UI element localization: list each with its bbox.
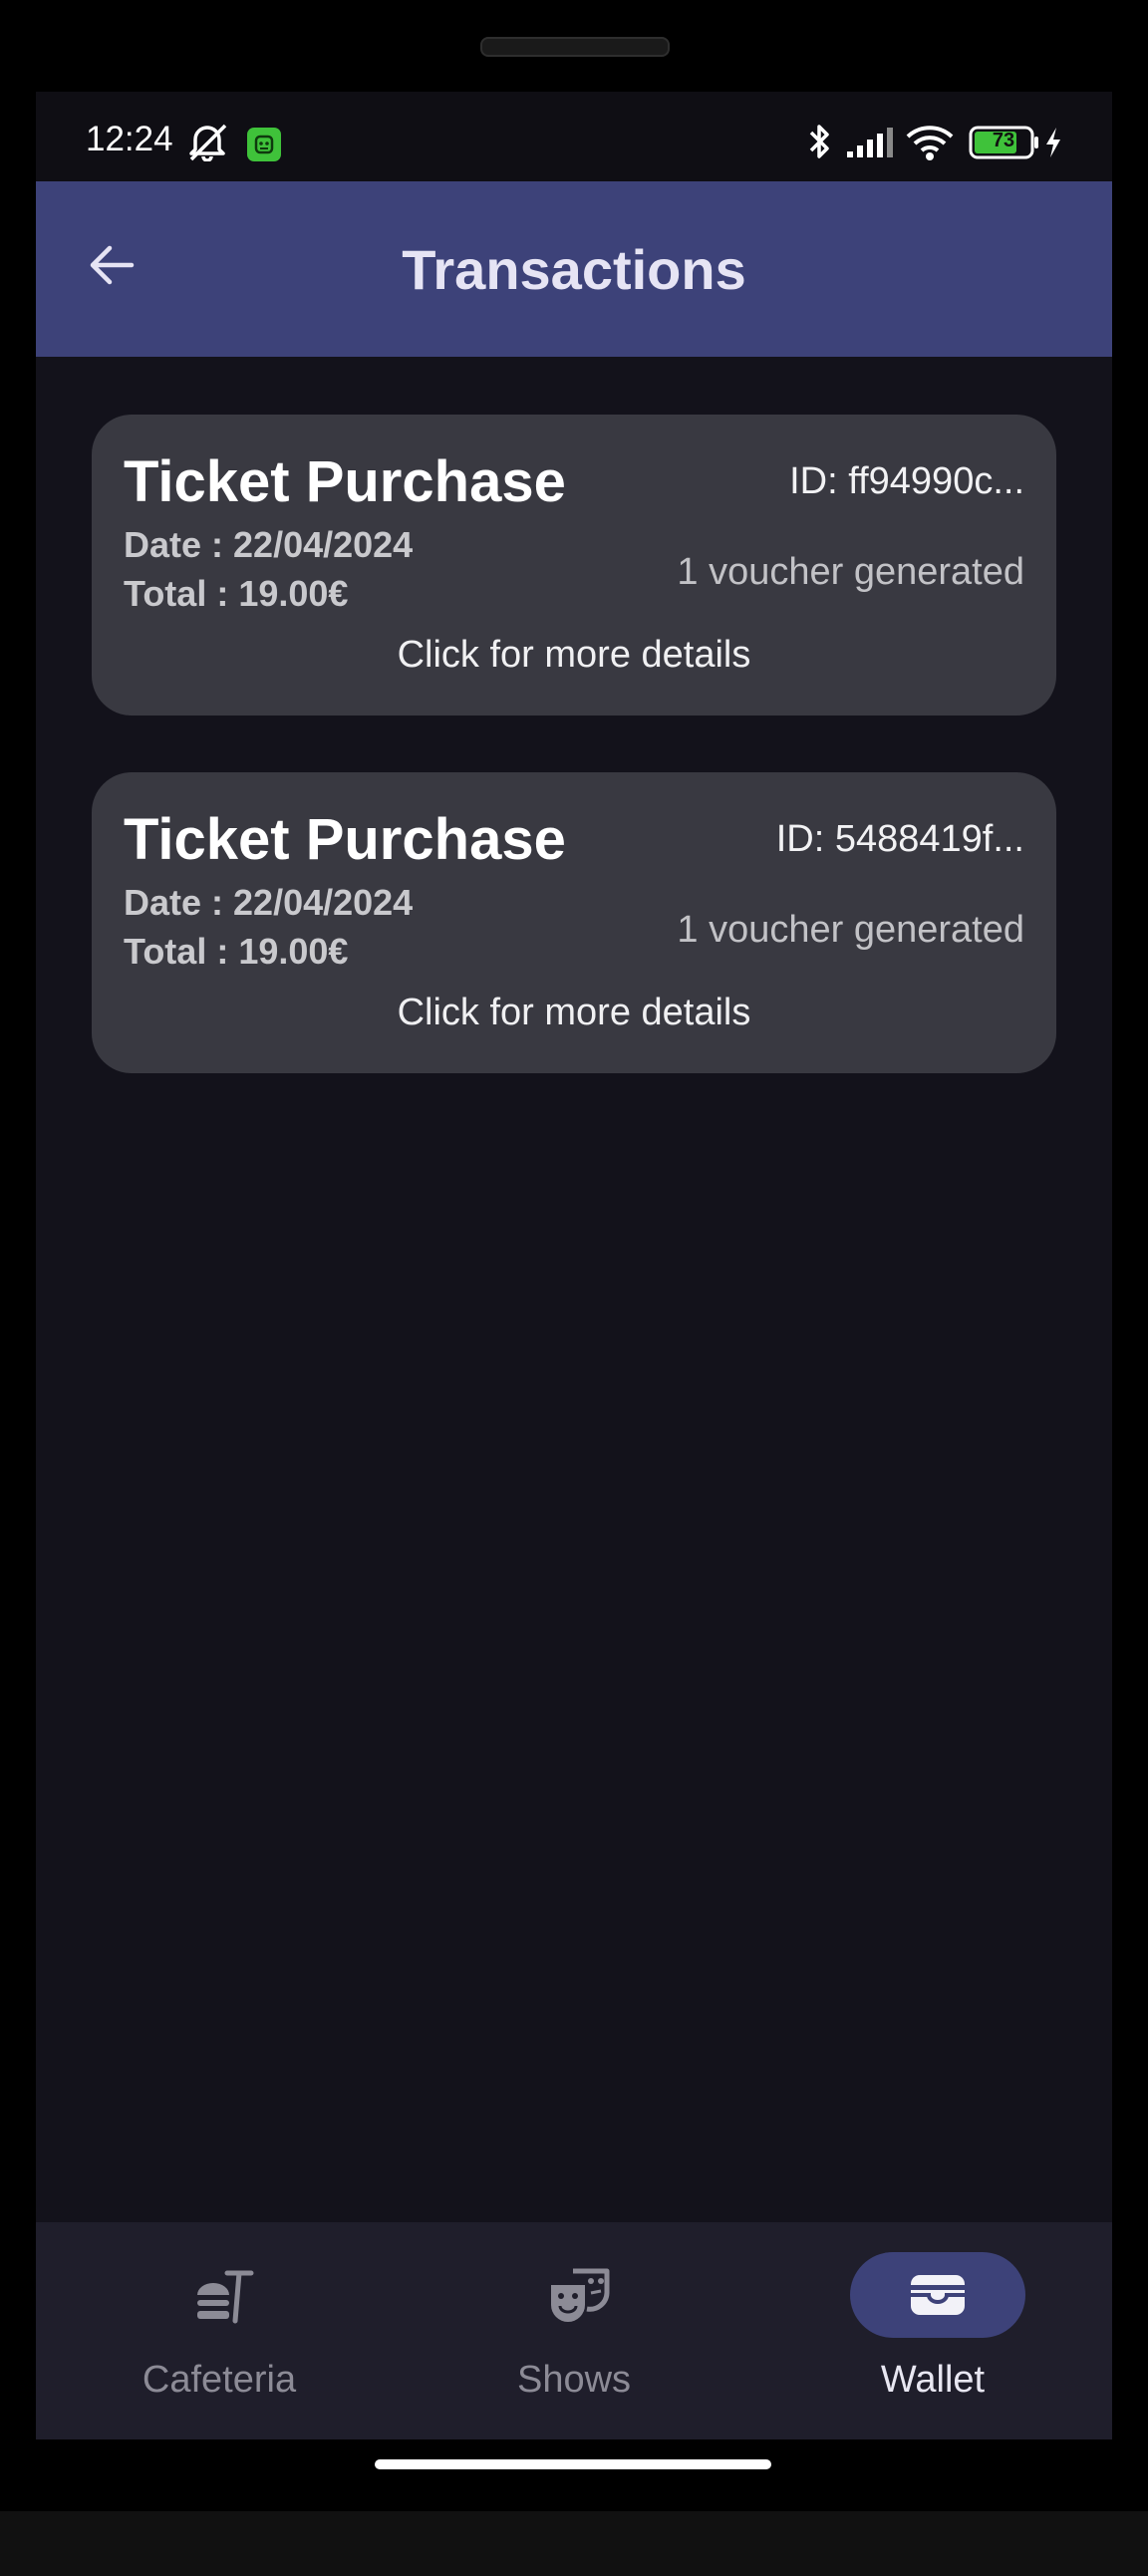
- transaction-date: Date : 22/04/2024: [124, 524, 414, 565]
- nav-item-wallet[interactable]: Wallet: [753, 2222, 1112, 2439]
- bottom-navigation: Cafeteria Shows Wallet: [36, 2222, 1112, 2439]
- arrow-left-icon: [88, 243, 136, 292]
- signal-icon: [845, 126, 895, 164]
- nav-label: Shows: [516, 2359, 632, 2401]
- back-button[interactable]: [76, 231, 147, 303]
- transaction-title: Ticket Purchase: [124, 449, 566, 514]
- transaction-vouchers: 1 voucher generated: [677, 551, 1024, 593]
- nav-label: Cafeteria: [142, 2359, 297, 2401]
- nav-item-cafeteria[interactable]: Cafeteria: [40, 2222, 399, 2439]
- transaction-total: Total : 19.00€: [124, 573, 349, 614]
- transaction-date: Date : 22/04/2024: [124, 882, 414, 923]
- transaction-details-link[interactable]: Click for more details: [92, 634, 1056, 677]
- transaction-details-link[interactable]: Click for more details: [92, 992, 1056, 1034]
- app-bar: Transactions: [36, 181, 1112, 357]
- mute-bell-icon: [185, 122, 229, 166]
- wallet-icon: [850, 2252, 1025, 2338]
- fastfood-icon: [137, 2252, 312, 2338]
- battery-level-text: 73: [992, 130, 1015, 151]
- nav-label: Wallet: [880, 2359, 986, 2401]
- nav-pill: [137, 2252, 312, 2338]
- transaction-id: ID: 5488419f...: [775, 818, 1024, 860]
- screen: 12:24 73 Transactions Ticket Purchase ID…: [36, 92, 1112, 2439]
- transaction-title: Ticket Purchase: [124, 807, 566, 872]
- charging-icon: [1042, 126, 1064, 164]
- transaction-id: ID: ff94990c...: [789, 460, 1024, 502]
- nav-pill-active: [850, 2252, 1025, 2338]
- status-bar: 12:24 73: [36, 92, 1112, 181]
- wifi-icon: [905, 124, 955, 166]
- page-title: Transactions: [402, 237, 746, 301]
- nav-item-shows[interactable]: Shows: [395, 2222, 753, 2439]
- nav-pill: [491, 2252, 667, 2338]
- earpiece-speaker: [480, 37, 670, 57]
- bluetooth-icon: [805, 122, 835, 166]
- theater-masks-icon: [491, 2252, 667, 2338]
- app-notification-icon: [247, 128, 281, 166]
- status-time: 12:24: [86, 120, 173, 158]
- transaction-card[interactable]: Ticket Purchase ID: 5488419f... Date : 2…: [92, 772, 1056, 1073]
- transaction-vouchers: 1 voucher generated: [677, 909, 1024, 951]
- transaction-total: Total : 19.00€: [124, 931, 349, 972]
- phone-bottom-bezel: [0, 2511, 1148, 2576]
- transaction-card[interactable]: Ticket Purchase ID: ff94990c... Date : 2…: [92, 415, 1056, 716]
- phone-frame: 12:24 73 Transactions Ticket Purchase ID…: [0, 0, 1148, 2576]
- home-indicator[interactable]: [375, 2459, 771, 2469]
